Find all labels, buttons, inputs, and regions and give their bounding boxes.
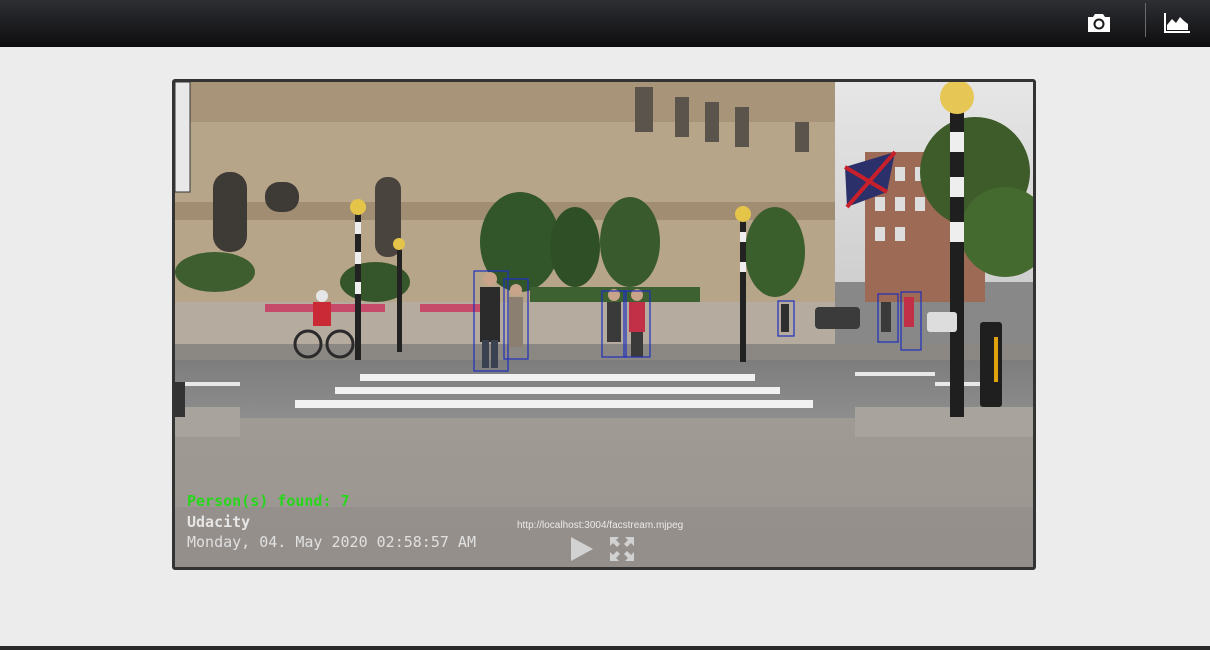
fullscreen-button[interactable]	[607, 534, 637, 564]
toolbar-divider	[1145, 3, 1146, 37]
persons-found-label: Person(s) found: 7	[187, 492, 350, 510]
camera-icon	[1088, 14, 1110, 32]
video-stream[interactable]: Person(s) found: 7 Udacity Monday, 04. M…	[175, 82, 1033, 567]
fullscreen-icon	[610, 537, 634, 561]
brand-label: Udacity	[187, 513, 251, 531]
video-player: Person(s) found: 7 Udacity Monday, 04. M…	[172, 79, 1036, 570]
bottom-border	[0, 646, 1210, 650]
top-toolbar	[0, 0, 1210, 47]
play-icon	[571, 537, 593, 561]
chart-button[interactable]	[1157, 5, 1197, 41]
area-chart-icon	[1164, 13, 1190, 33]
datetime-label: Monday, 04. May 2020 02:58:57 AM	[187, 533, 476, 551]
camera-button[interactable]	[1079, 5, 1119, 41]
stream-url: http://localhost:3004/facstream.mjpeg	[517, 520, 684, 531]
play-button[interactable]	[567, 534, 597, 564]
